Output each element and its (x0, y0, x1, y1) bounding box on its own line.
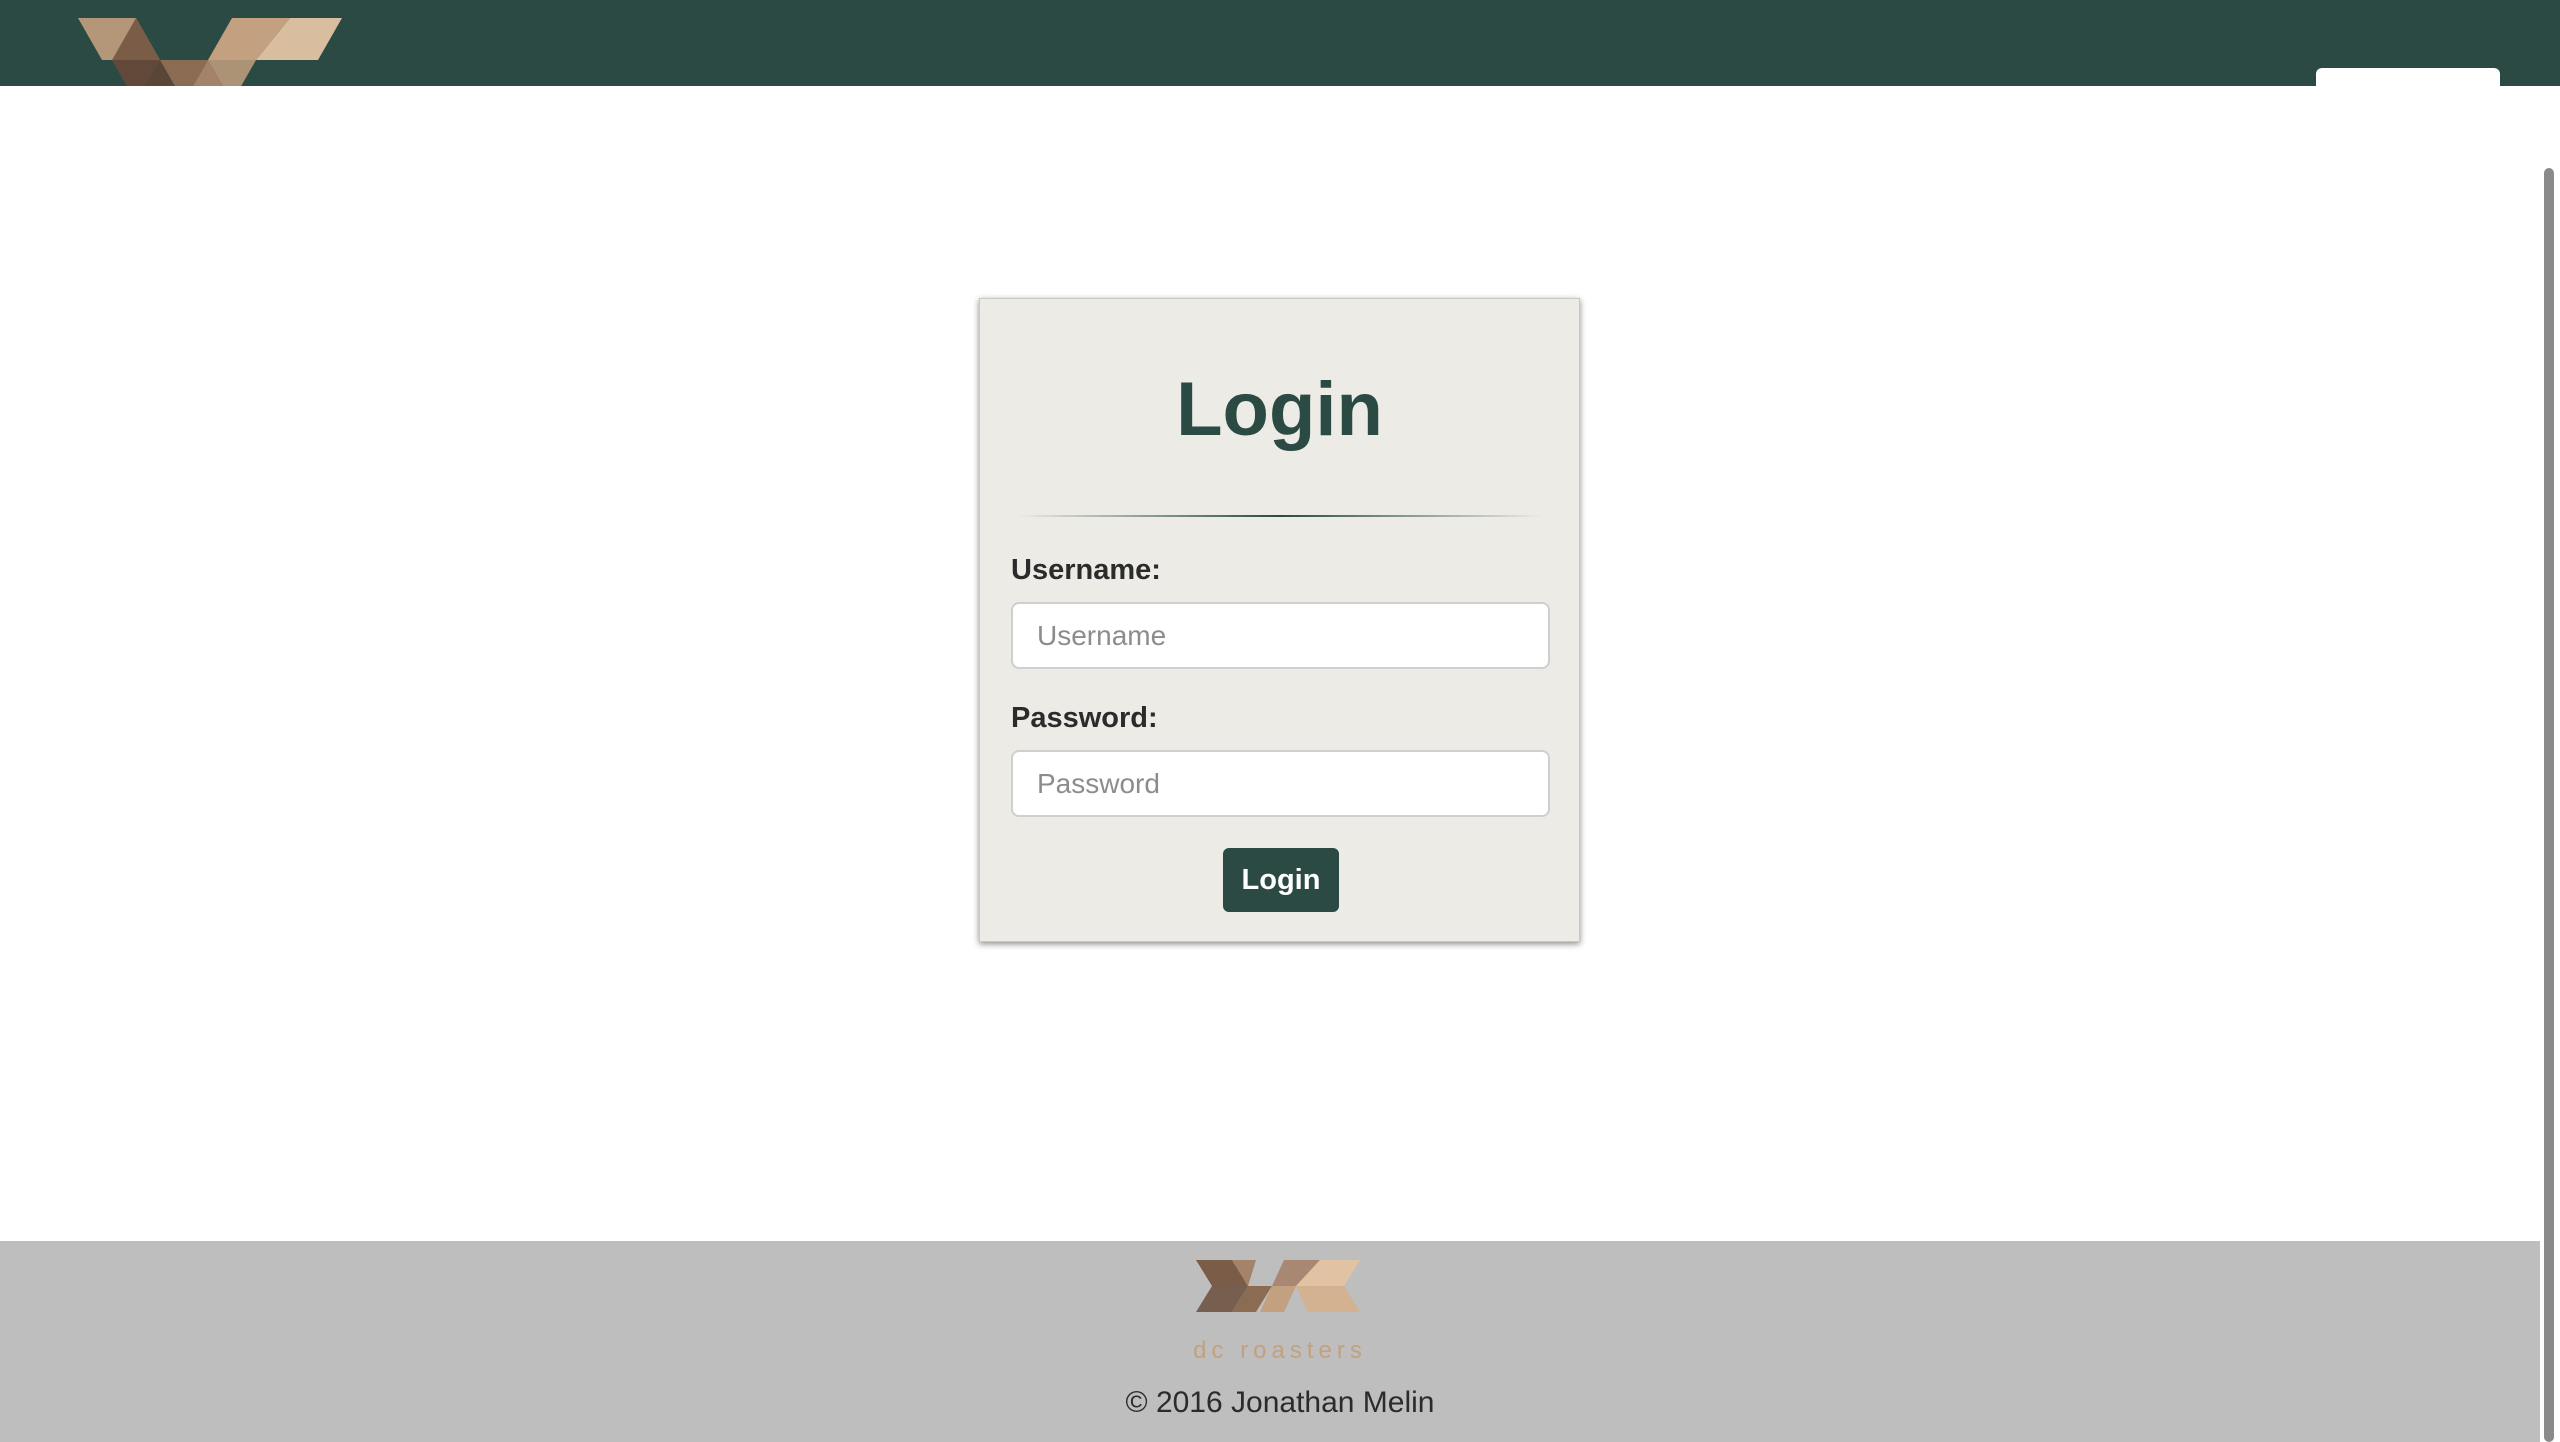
dc-roasters-logo-icon[interactable] (78, 18, 342, 86)
top-navbar (0, 0, 2560, 86)
login-button[interactable]: Login (1223, 848, 1339, 912)
title-divider (1018, 515, 1542, 517)
username-label: Username: (1011, 554, 1161, 586)
footer: dc roasters © 2016 Jonathan Melin (0, 1241, 2540, 1442)
login-title: Login (1176, 367, 1383, 452)
password-label: Password: (1011, 702, 1158, 734)
footer-brand-text: dc roasters (1193, 1337, 1367, 1364)
scrollbar-thumb[interactable] (2544, 168, 2554, 1442)
username-input[interactable] (1011, 602, 1550, 669)
password-input[interactable] (1011, 750, 1550, 817)
footer-copyright: © 2016 Jonathan Melin (1125, 1386, 1435, 1419)
dc-roasters-logo-icon (1196, 1260, 1360, 1312)
nav-menu-button[interactable] (2316, 68, 2500, 86)
login-form: Login Username: Password: Login (979, 298, 1580, 942)
